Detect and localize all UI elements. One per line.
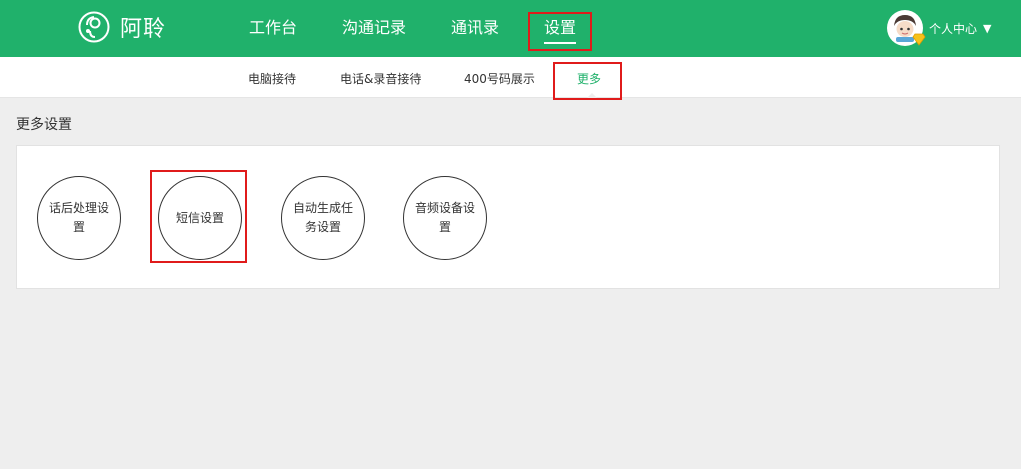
subnav-item-pc-reception[interactable]: 电脑接待 — [248, 70, 296, 87]
user-center-label: 个人中心 — [929, 21, 978, 36]
settings-panel: 话后处理设置 短信设置 自动生成任务设置 音频设备设置 — [16, 145, 1000, 289]
nav-item-communication-records[interactable]: 沟通记录 — [342, 16, 406, 40]
auto-generate-task-settings-button[interactable]: 自动生成任务设置 — [281, 176, 365, 260]
active-tab-pointer — [587, 93, 597, 98]
nav-item-contacts[interactable]: 通讯录 — [451, 16, 499, 40]
after-call-processing-settings-label: 话后处理设置 — [48, 201, 109, 234]
sms-settings-label: 短信设置 — [175, 210, 224, 225]
diamond-badge-icon — [912, 33, 926, 46]
headset-person-icon — [78, 11, 110, 43]
section-title: 更多设置 — [16, 117, 72, 133]
caret-down-icon: ▼ — [983, 21, 992, 35]
audio-device-settings-button[interactable]: 音频设备设置 — [403, 176, 487, 260]
app-name: 阿聆 — [120, 17, 167, 42]
nav-item-workbench[interactable]: 工作台 — [249, 16, 297, 40]
app-logo[interactable]: 阿聆 — [78, 9, 166, 45]
subnav-item-400-number-display[interactable]: 400号码展示 — [464, 70, 535, 87]
subnav-item-more[interactable]: 更多 — [577, 70, 601, 87]
user-center[interactable]: 个人中心 ▼ — [887, 10, 991, 46]
sms-settings-button[interactable]: 短信设置 — [158, 176, 242, 260]
audio-device-settings-label: 音频设备设置 — [414, 201, 475, 234]
sub-navigation-bar: 电脑接待 电话&录音接待 400号码展示 更多 — [0, 57, 1021, 98]
avatar-icon — [887, 10, 926, 46]
after-call-processing-settings-button[interactable]: 话后处理设置 — [37, 176, 121, 260]
subnav-item-phone-recording-reception[interactable]: 电话&录音接待 — [340, 70, 421, 87]
nav-item-settings[interactable]: 设置 — [544, 16, 577, 44]
auto-generate-task-settings-label: 自动生成任务设置 — [292, 201, 353, 234]
top-navigation-bar: 阿聆 工作台 沟通记录 通讯录 设置 个人中心 ▼ — [0, 0, 1021, 57]
